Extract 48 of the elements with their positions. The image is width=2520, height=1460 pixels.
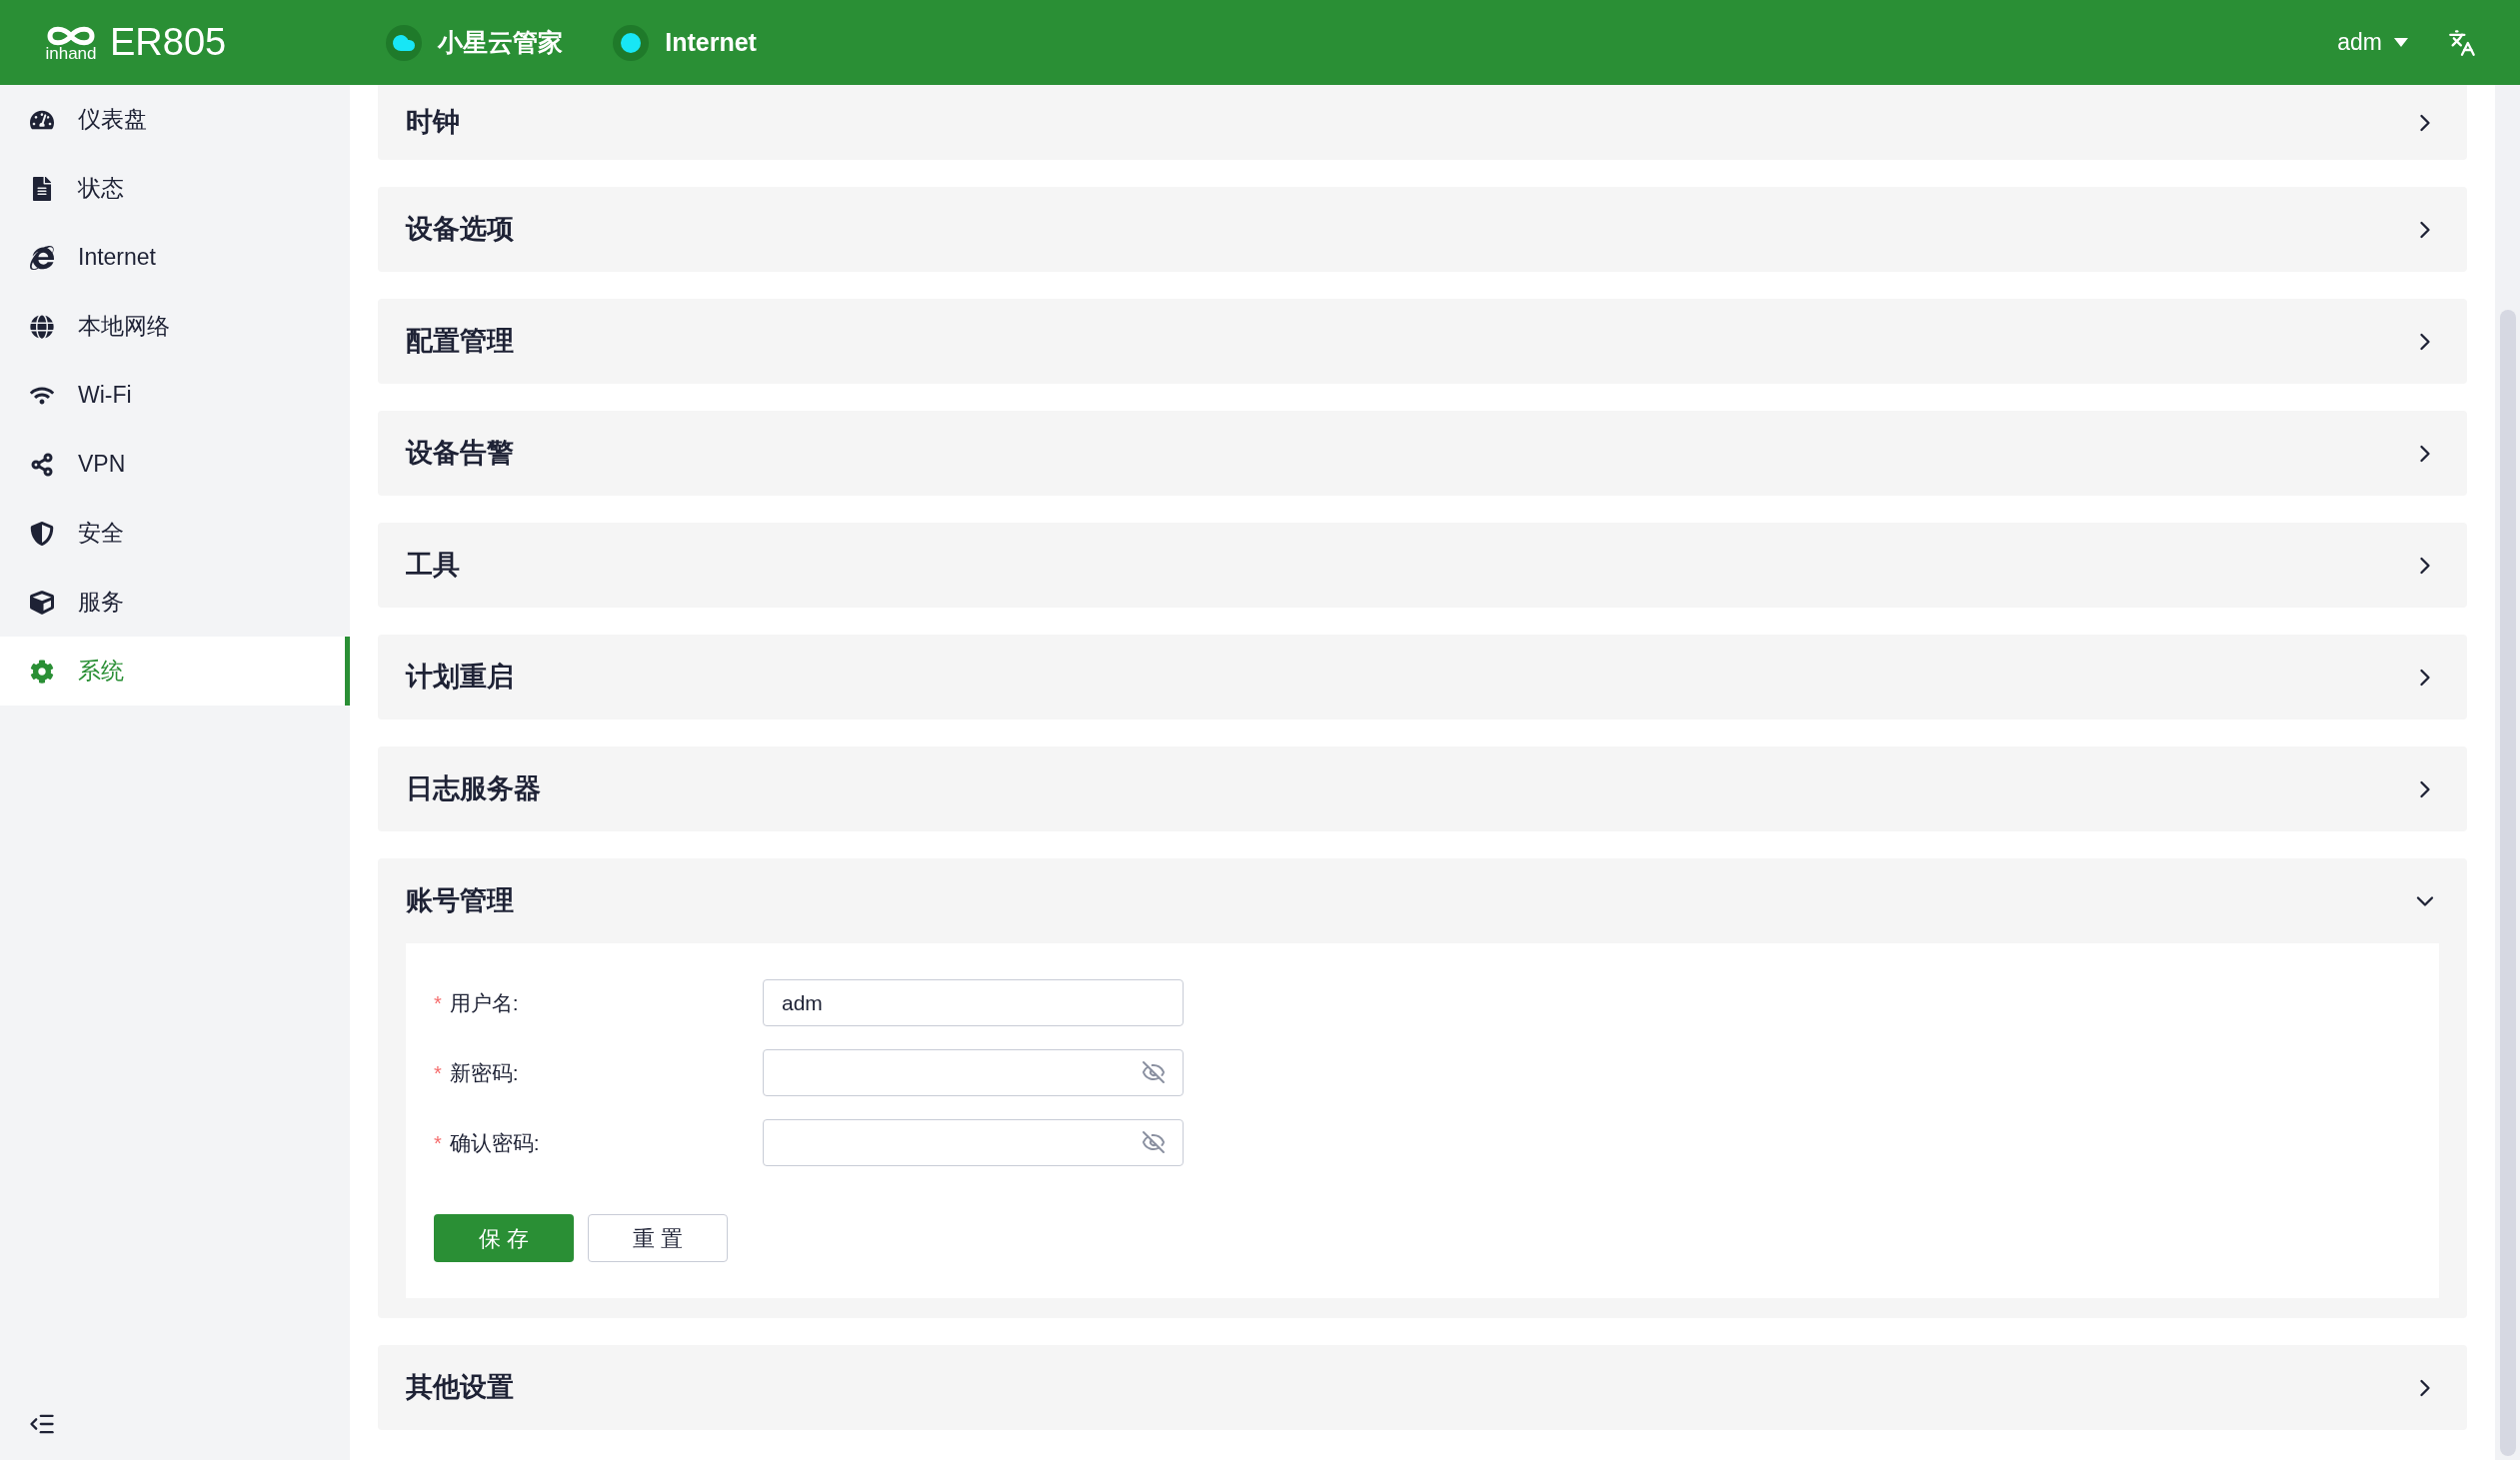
sidebar-item[interactable]: 状态 bbox=[0, 154, 350, 223]
gear-icon bbox=[30, 659, 54, 684]
sidebar-item[interactable]: 服务 bbox=[0, 568, 350, 637]
panel-header[interactable]: 配置管理 bbox=[378, 299, 2467, 384]
field-label: 确认密码: bbox=[449, 1129, 540, 1156]
internet-explorer-icon bbox=[30, 245, 54, 270]
cloud-status-icon bbox=[386, 24, 423, 61]
sidebar-item[interactable]: 安全 bbox=[0, 499, 350, 568]
input-field[interactable] bbox=[763, 1049, 1184, 1096]
reset-button[interactable]: 重 置 bbox=[588, 1214, 728, 1262]
sidebar-item[interactable]: VPN bbox=[0, 430, 350, 499]
field-label: 用户名: bbox=[449, 989, 519, 1016]
panel-header[interactable]: 其他设置 bbox=[378, 1345, 2467, 1430]
language-button[interactable] bbox=[2448, 28, 2476, 57]
sidebar-item[interactable]: 仪表盘 bbox=[0, 85, 350, 154]
panel-header[interactable]: 时钟 bbox=[378, 85, 2467, 160]
gauge-icon bbox=[30, 107, 54, 132]
network-nodes-icon bbox=[30, 452, 54, 477]
shield-icon bbox=[30, 521, 54, 546]
required-asterisk: * bbox=[434, 990, 442, 1016]
panel-header[interactable]: 账号管理 bbox=[378, 858, 2467, 943]
sidebar-item[interactable]: Internet bbox=[0, 223, 350, 292]
status-label: 小星云管家 bbox=[438, 26, 564, 58]
document-icon bbox=[30, 176, 54, 201]
caret-icon bbox=[2394, 38, 2408, 47]
panel-header[interactable]: 计划重启 bbox=[378, 635, 2467, 720]
panel-header[interactable]: 工具 bbox=[378, 523, 2467, 608]
input-field[interactable]: adm bbox=[763, 979, 1184, 1026]
field-label: 新密码: bbox=[449, 1059, 519, 1086]
logo-text: inhand bbox=[45, 45, 97, 62]
cube-icon bbox=[30, 590, 54, 615]
required-asterisk: * bbox=[434, 1060, 442, 1086]
eye-slash-icon[interactable] bbox=[1142, 1130, 1166, 1154]
globe-icon bbox=[30, 314, 54, 339]
sidebar-item[interactable]: 本地网络 bbox=[0, 292, 350, 361]
eye-slash-icon[interactable] bbox=[1142, 1060, 1166, 1084]
user-menu[interactable]: adm bbox=[2337, 25, 2408, 60]
product-name: ER805 bbox=[110, 20, 227, 65]
status-label: Internet bbox=[665, 26, 757, 58]
panel-header[interactable]: 设备告警 bbox=[378, 411, 2467, 496]
panel-header[interactable]: 设备选项 bbox=[378, 187, 2467, 272]
scrollbar-thumb[interactable] bbox=[2499, 310, 2516, 1456]
required-asterisk: * bbox=[434, 1130, 442, 1156]
panel-header[interactable]: 日志服务器 bbox=[378, 746, 2467, 831]
input-field[interactable] bbox=[763, 1119, 1184, 1166]
sidebar-item[interactable]: 系统 bbox=[0, 637, 350, 706]
sidebar-item[interactable]: Wi-Fi bbox=[0, 361, 350, 430]
save-button[interactable]: 保 存 bbox=[434, 1214, 574, 1262]
